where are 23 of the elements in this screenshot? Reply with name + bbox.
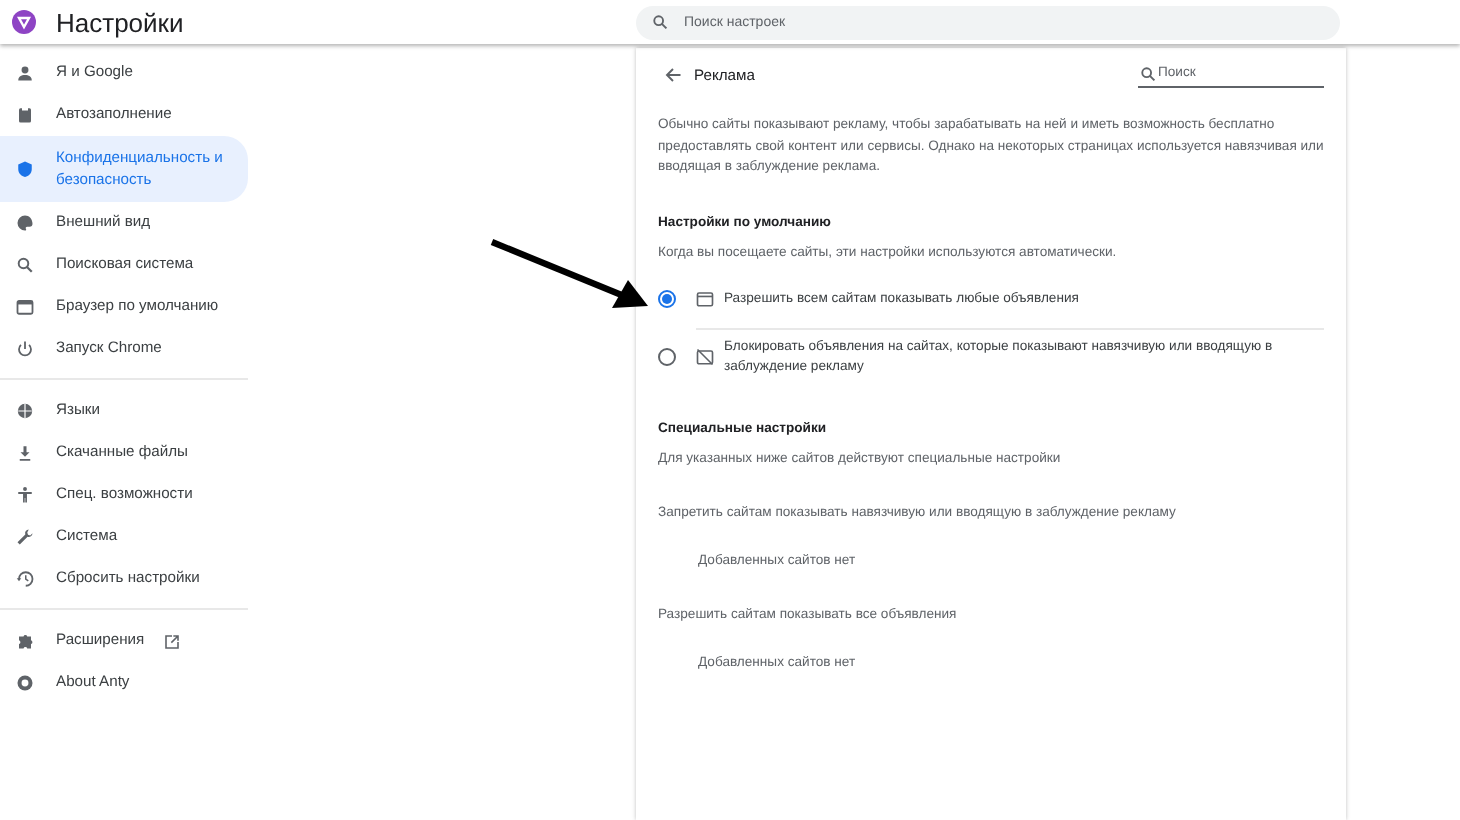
back-arrow-icon[interactable] <box>664 65 682 83</box>
search-icon <box>652 14 668 30</box>
circle-logo-icon <box>16 674 34 692</box>
accessibility-icon <box>16 486 34 504</box>
person-icon <box>16 64 34 82</box>
window-icon <box>696 290 714 308</box>
radio-button[interactable] <box>658 290 676 308</box>
power-icon <box>16 340 34 358</box>
download-icon <box>16 444 34 462</box>
wrench-icon <box>16 528 34 546</box>
puzzle-icon <box>16 632 34 650</box>
palette-icon <box>16 214 34 232</box>
browser-logo-icon <box>12 10 36 34</box>
shield-icon <box>16 160 34 178</box>
search-icon <box>16 256 34 274</box>
globe-icon <box>16 402 34 420</box>
browser-window-icon <box>16 298 34 316</box>
history-icon <box>16 570 34 588</box>
blocked-window-icon <box>696 348 714 366</box>
clipboard-icon <box>16 106 34 124</box>
page-title: Настройки <box>56 7 186 37</box>
radio-button[interactable] <box>658 348 676 366</box>
search-icon <box>1140 66 1156 82</box>
